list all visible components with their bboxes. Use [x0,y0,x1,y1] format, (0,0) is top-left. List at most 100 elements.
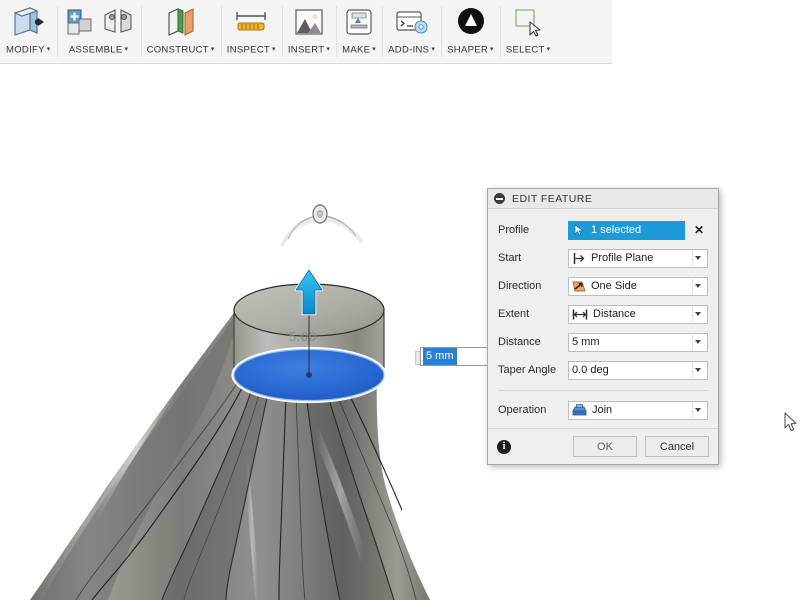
construct-plane-icon[interactable] [163,5,199,44]
toolbar-label-shaper: SHAPER▾ [447,44,494,59]
toolbar-label-modify: MODIFY▾ [6,44,51,59]
ok-button[interactable]: OK [573,436,637,457]
chevron-down-icon[interactable]: ▾ [47,46,51,53]
dropdown-separator [692,251,693,266]
dropdown-separator [692,403,693,418]
toolbar-icons-construct [163,4,199,44]
label-profile: Profile [498,224,568,236]
addins-script-icon[interactable] [394,5,430,44]
dropdown-separator [692,335,693,350]
label-taper-angle: Taper Angle [498,364,568,376]
insert-image-icon[interactable] [292,5,326,44]
row-start: Start Profile Plane [498,244,708,272]
toolbar-label-select: SELECT▾ [506,44,551,59]
info-icon[interactable]: i [497,440,511,454]
fusion360-window: MODIFY▾ [0,0,800,600]
chevron-down-icon[interactable] [695,256,701,260]
toolbar-group-make[interactable]: MAKE▾ [336,0,382,63]
toolbar-label-assemble: ASSEMBLE▾ [69,44,128,59]
toolbar-group-construct[interactable]: CONSTRUCT▾ [141,0,221,63]
label-distance: Distance [498,336,568,348]
toolbar-icons-select [511,4,545,44]
taper-angle-value: 0.0 deg [572,364,690,376]
select-arrow-icon[interactable] [511,5,545,44]
modify-extrude-icon[interactable] [10,5,46,44]
taper-angle-input[interactable]: 0.0 deg [568,361,708,380]
toolbar-label-addins: ADD-INS▾ [388,44,435,59]
extent-value: Distance [593,308,690,320]
toolbar-icons-addins [394,4,430,44]
chevron-down-icon[interactable]: ▾ [431,46,435,53]
assemble-joint-icon[interactable] [101,5,135,44]
label-operation: Operation [498,404,568,416]
assemble-blocks-icon[interactable] [63,5,97,44]
distance-extent-icon [572,308,588,321]
chevron-down-icon[interactable]: ▾ [490,46,494,53]
row-operation: Operation Join [498,396,708,424]
row-extent: Extent Distance [498,300,708,328]
chevron-down-icon[interactable]: ▾ [124,46,128,53]
toolbar-group-shaper[interactable]: SHAPER▾ [441,0,500,63]
toolbar-label-make: MAKE▾ [342,44,376,59]
chevron-down-icon[interactable] [695,368,701,372]
make-3dprint-icon[interactable] [342,5,376,44]
extrusion-dimension-label: 5.00 [289,329,316,344]
toolbar-icons-make [342,4,376,44]
profile-selection-button[interactable]: 1 selected [568,221,685,240]
row-distance: Distance 5 mm [498,328,708,356]
collapse-minus-icon[interactable] [494,193,505,204]
manipulator-distance-value[interactable]: 5 mm [423,348,457,365]
chevron-down-icon[interactable]: ▾ [372,46,376,53]
rotate-handle [282,205,362,246]
operation-value: Join [592,404,690,416]
one-side-direction-icon [572,280,586,293]
edit-feature-dialog: EDIT FEATURE Profile 1 selected ✕ Start [487,188,719,465]
chevron-down-icon[interactable]: ▾ [326,46,330,53]
toolbar-group-assemble[interactable]: ASSEMBLE▾ [57,0,141,63]
chevron-down-icon[interactable]: ▾ [272,46,276,53]
distance-value: 5 mm [572,336,690,348]
toolbar-label-construct: CONSTRUCT▾ [147,44,215,59]
row-profile: Profile 1 selected ✕ [498,216,708,244]
dialog-body: Profile 1 selected ✕ Start Profi [488,209,718,428]
toolbar-label-inspect: INSPECT▾ [227,44,276,59]
toolbar-label-insert: INSERT▾ [288,44,330,59]
chevron-down-icon[interactable] [695,408,701,412]
start-value: Profile Plane [591,252,690,264]
axis-origin-point [306,372,312,378]
toolbar-icons-shaper [454,4,488,44]
close-x-icon[interactable]: ✕ [690,223,708,237]
toolbar-group-modify[interactable]: MODIFY▾ [0,0,57,63]
label-start: Start [498,252,568,264]
dialog-divider [498,390,708,391]
row-taper-angle: Taper Angle 0.0 deg [498,356,708,384]
dialog-header[interactable]: EDIT FEATURE [488,189,718,209]
start-dropdown[interactable]: Profile Plane [568,249,708,268]
distance-input[interactable]: 5 mm [568,333,708,352]
extent-dropdown[interactable]: Distance [568,305,708,324]
toolbar-group-addins[interactable]: ADD-INS▾ [382,0,441,63]
join-operation-icon [572,404,587,417]
toolbar-group-select[interactable]: SELECT▾ [500,0,557,63]
cancel-button[interactable]: Cancel [645,436,709,457]
toolbar-group-inspect[interactable]: INSPECT▾ [221,0,282,63]
label-direction: Direction [498,280,568,292]
inspect-measure-icon[interactable] [233,5,269,44]
toolbar-group-insert[interactable]: INSERT▾ [282,0,336,63]
cursor-select-icon [574,224,585,236]
profile-plane-icon [572,252,586,265]
chevron-down-icon[interactable]: ▾ [211,46,215,53]
dropdown-separator [692,307,693,322]
toolbar-icons-inspect [233,4,269,44]
direction-dropdown[interactable]: One Side [568,277,708,296]
chevron-down-icon[interactable] [695,284,701,288]
operation-dropdown[interactable]: Join [568,401,708,420]
chevron-down-icon[interactable]: ▾ [547,46,551,53]
toolbar-icons-modify [10,4,46,44]
direction-value: One Side [591,280,690,292]
shaper-triangle-icon[interactable] [454,5,488,44]
profile-selection-text: 1 selected [591,224,641,236]
chevron-down-icon[interactable] [695,340,701,344]
chevron-down-icon[interactable] [695,312,701,316]
main-toolbar: MODIFY▾ [0,0,612,64]
